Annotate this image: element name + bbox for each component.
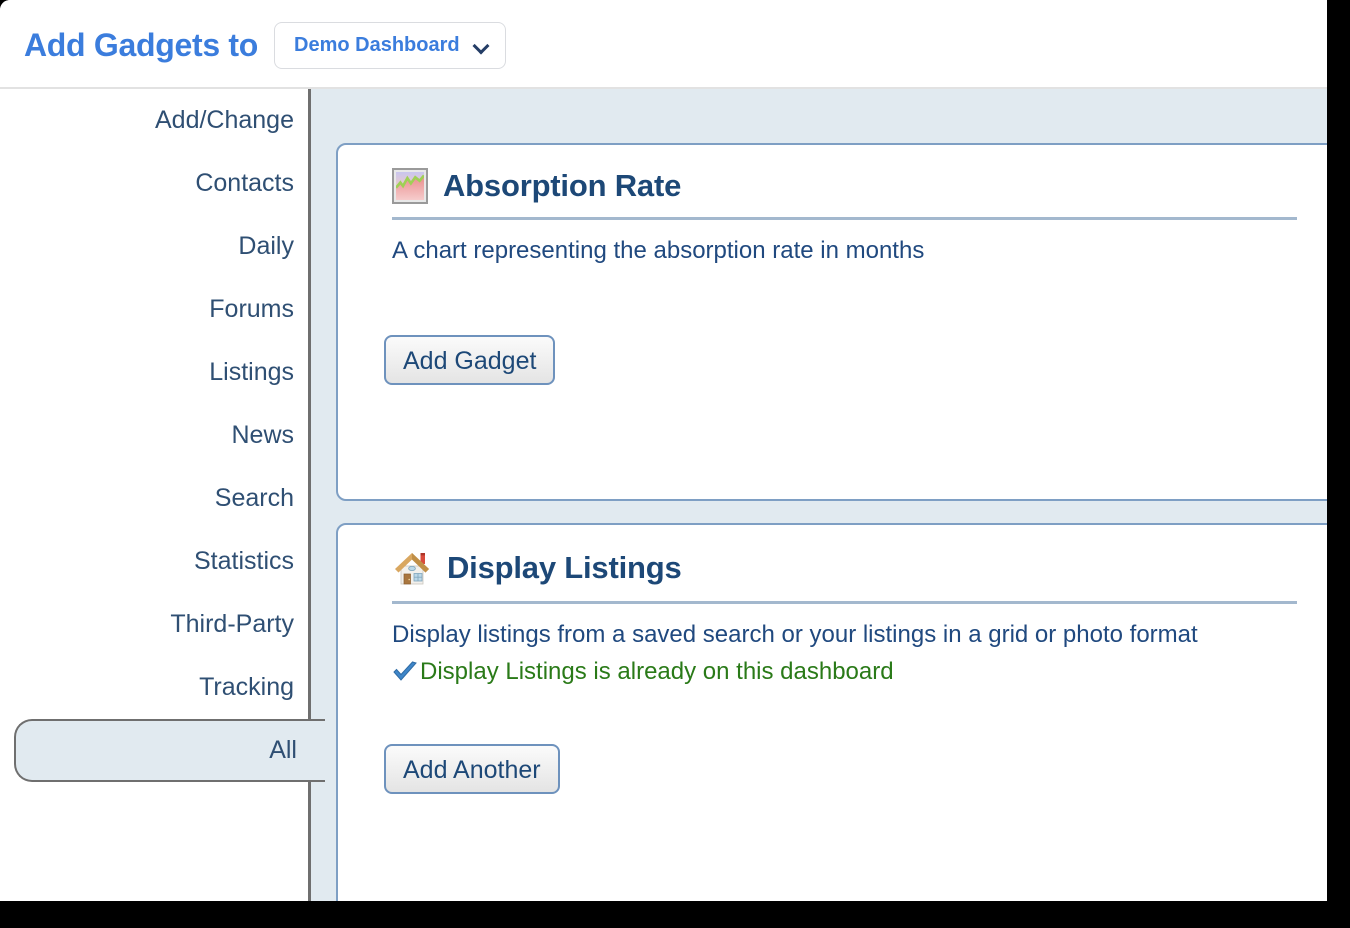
- page-header: Add Gadgets to Demo Dashboard: [0, 0, 1327, 89]
- body-region: Absorption Rate A chart representing the…: [0, 89, 1327, 901]
- sidebar-item-tracking[interactable]: Tracking: [0, 656, 308, 719]
- house-icon: [395, 553, 429, 585]
- card-divider: [392, 217, 1297, 220]
- status-badge-label: Display Listings is already on this dash…: [420, 658, 894, 685]
- status-badge: Display Listings is already on this dash…: [392, 658, 1327, 686]
- card-actions: Add Another: [384, 744, 1327, 794]
- add-gadget-button[interactable]: Add Gadget: [384, 335, 556, 385]
- dashboard-selector-dropdown[interactable]: Demo Dashboard: [274, 22, 506, 69]
- line-chart-icon: [392, 168, 428, 204]
- category-sidebar: Add/Change Contacts Daily Forums Listings New…: [0, 89, 325, 901]
- sidebar-item-news[interactable]: News: [0, 404, 308, 467]
- card-description: A chart representing the absorption rate…: [392, 237, 925, 264]
- header-content: Add Gadgets to Demo Dashboard: [24, 22, 506, 69]
- sidebar-item-third-party[interactable]: Third-Party: [0, 593, 308, 656]
- gadget-card-display-listings: Display Listings Display listings from a…: [336, 523, 1327, 901]
- sidebar-item-search[interactable]: Search: [0, 467, 308, 530]
- card-title: Absorption Rate: [443, 168, 682, 203]
- sidebar-item-daily[interactable]: Daily: [0, 215, 308, 278]
- gadget-card-absorption-rate: Absorption Rate A chart representing the…: [336, 143, 1327, 501]
- card-actions: Add Gadget: [384, 335, 1327, 385]
- card-description: Display listings from a saved search or …: [392, 621, 1198, 648]
- card-header: Absorption Rate: [338, 145, 1327, 204]
- page-root: Add Gadgets to Demo Dashboard Absorption…: [0, 0, 1327, 901]
- page-title: Add Gadgets to: [24, 27, 259, 63]
- sidebar-item-statistics[interactable]: Statistics: [0, 530, 308, 593]
- dashboard-selector-value: Demo Dashboard: [294, 34, 460, 56]
- chevron-down-icon: [474, 39, 488, 53]
- card-header: Display Listings: [338, 525, 1327, 588]
- sidebar-item-add-change[interactable]: Add/Change: [0, 89, 308, 152]
- sidebar-item-forums[interactable]: Forums: [0, 278, 308, 341]
- sidebar-item-all[interactable]: All: [14, 719, 325, 782]
- card-divider: [392, 601, 1297, 604]
- screenshot-frame: Add Gadgets to Demo Dashboard Absorption…: [0, 0, 1350, 928]
- sidebar-item-listings[interactable]: Listings: [0, 341, 308, 404]
- card-title: Display Listings: [447, 550, 682, 585]
- add-another-button[interactable]: Add Another: [384, 744, 560, 794]
- category-list: Add/Change Contacts Daily Forums Listings New…: [0, 89, 325, 782]
- sidebar-item-contacts[interactable]: Contacts: [0, 152, 308, 215]
- blue-check-icon: [393, 661, 417, 681]
- gadget-list-panel: Absorption Rate A chart representing the…: [311, 89, 1327, 901]
